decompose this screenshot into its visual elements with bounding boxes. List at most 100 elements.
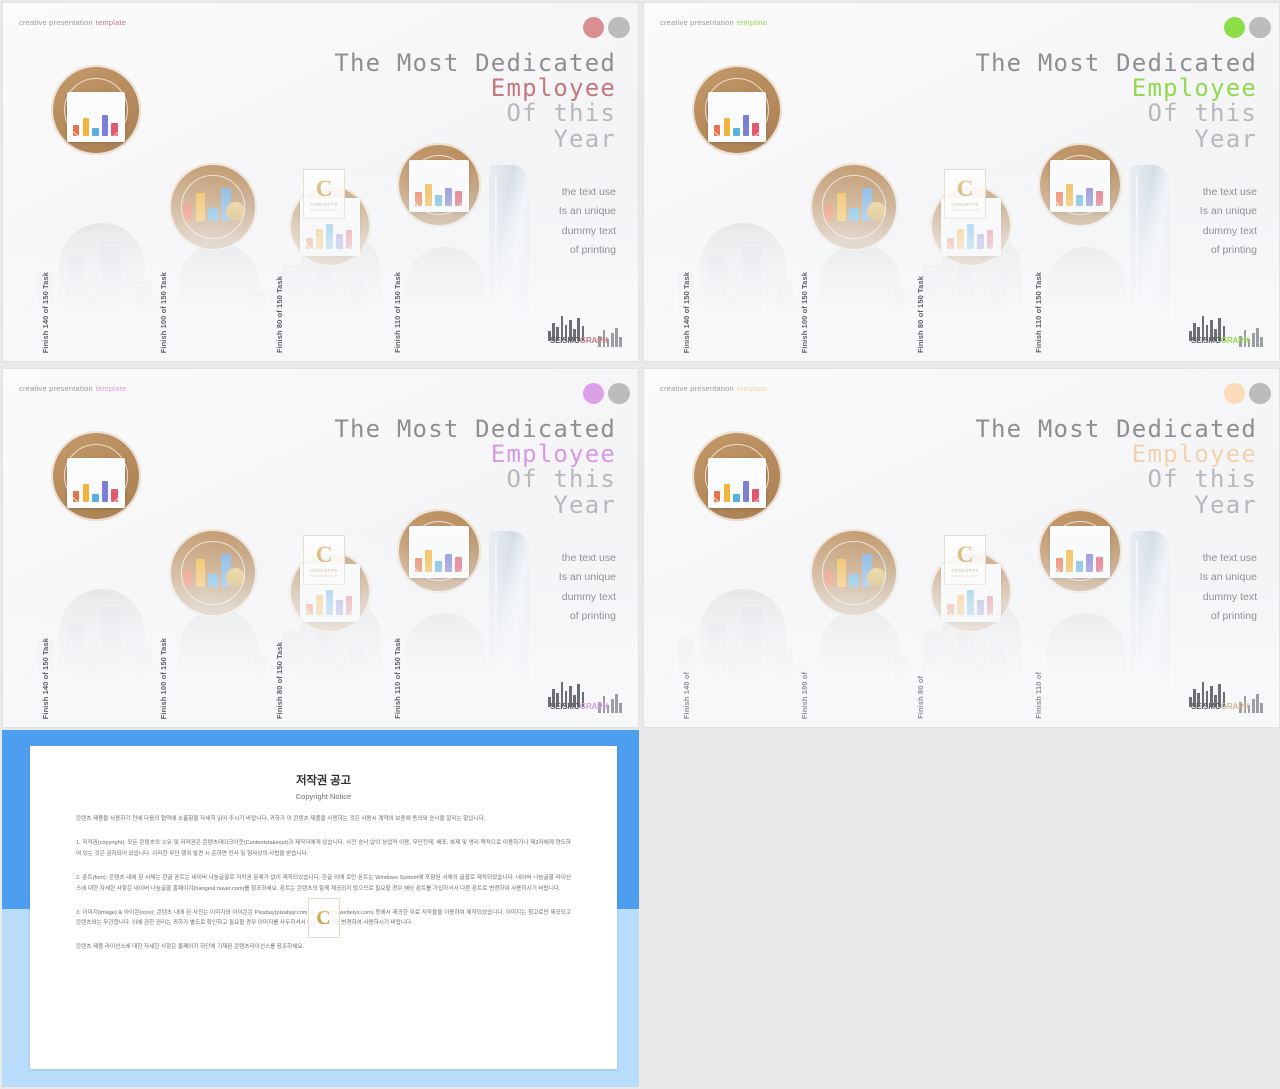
task-label: Finish 80 of 150 Task [916,276,925,353]
task-label: Finish 100 of [800,671,809,719]
accent-dot-icon [1224,17,1245,38]
concepts-sublabel: PRESENTATION [310,573,338,578]
slide-thumbnail-3[interactable]: creative presentation template C CONCEPT… [2,368,639,728]
seismograph-logo: SEISMOGRAPH [548,313,622,347]
mini-bar-chart [72,112,118,137]
concepts-label: CONCEPTS [310,201,338,207]
body-text-block: the text use Is an unique dummy text of … [1200,183,1257,261]
mini-bar-chart [414,547,462,572]
photo-circle-analytics [397,509,481,593]
body-line: dummy text [1202,590,1257,603]
paper-chart-image [67,92,125,143]
mini-bar-chart [824,186,872,222]
body-text-block: the text use Is an unique dummy text of … [559,549,616,627]
skyline-shape [23,597,213,727]
eyebrow-plain: creative presentation [19,384,93,393]
slide-thumbnail-2[interactable]: creative presentation template C CONCEPT… [643,2,1280,362]
mini-bar-chart [713,112,759,137]
task-label: Finish 110 of 150 Task [393,638,402,719]
coin-icon [225,201,245,221]
paper-chart-image [1049,159,1111,212]
concepts-letter: C [315,541,333,567]
seismograph-logo: SEISMOGRAPH [548,679,622,713]
eyebrow-accent: template [736,18,768,27]
task-label: Finish 110 of 150 Task [393,272,402,353]
accent-dot-icon [583,17,604,38]
mini-bar-chart [414,181,462,206]
slide-overview-canvas: creative presentation template C CONCEPT… [0,0,1280,1089]
body-line: the text use [561,552,616,564]
mini-bar-chart [947,221,994,249]
tower-shape [1130,165,1170,335]
eyebrow-plain: creative presentation [660,18,734,27]
logo-word-part2: GRAPH [579,336,608,345]
eyebrow-plain: creative presentation [660,384,734,393]
photo-circle-hand [169,163,257,251]
mini-bar-chart [947,587,994,615]
slide-thumbnail-4[interactable]: creative presentation template C CONCEPT… [643,368,1280,728]
headline-line-2: Employee [490,440,616,469]
photo-circle-hand [810,529,898,617]
photo-circle-hand [169,529,257,617]
logo-wordmark: SEISMOGRAPH [550,702,608,711]
task-label: Finish 110 of 150 Task [1034,272,1043,353]
body-line: Is an unique [1199,571,1257,584]
logo-word-part1: SEISMO [1191,336,1221,345]
logo-wordmark: SEISMOGRAPH [1191,336,1249,345]
photo-circle-documents [51,431,141,521]
headline-line-1: The Most Dedicated [334,415,616,443]
gray-pill-icon [1249,17,1271,38]
copyright-section-2: 2. 폰트(font): 콘텐츠 내에 된 서체는 한글 폰트는 네이버 나눔글… [76,874,571,892]
concepts-badge: C CONCEPTS PRESENTATION [303,169,345,219]
copyright-intro-paragraph: 콘텐츠 제품을 사용하기 전에 다음의 협약에 소홀함을 자세히 읽어 주시기 … [76,816,486,822]
tower-shape [1130,531,1170,701]
headline-line-3: Of this [1147,465,1257,494]
headline-line-2: Employee [490,74,616,103]
photo-circle-analytics [397,143,481,227]
mini-bar-chart [306,587,353,615]
body-line: dummy text [1202,224,1257,237]
copyright-subtitle: Copyright Notice [295,792,352,801]
gray-pill-icon [1249,383,1271,404]
seismograph-logo: SEISMOGRAPH [1189,679,1263,713]
headline-line-4: Year [1194,124,1257,153]
paper-chart-image [408,525,470,578]
copyright-section-1: 1. 저작권(copyright): 모든 콘텐츠의 소유 및 저작권은 콘텐츠… [76,839,571,857]
body-text-block: the text use Is an unique dummy text of … [1200,549,1257,627]
headline-block: The Most Dedicated Employee Of this Year [975,415,1257,518]
concepts-sublabel: PRESENTATION [951,207,979,212]
mini-bar-chart [1055,547,1103,572]
headline-line-1: The Most Dedicated [975,415,1257,443]
eyebrow-accent: template [95,384,127,393]
header-pills [1224,17,1271,38]
task-label: Finish 140 of 150 Task [41,271,50,353]
slide-thumbnail-1[interactable]: creative presentation template C CONCEPT… [2,2,639,362]
body-line: dummy text [561,590,616,603]
copyright-notice-slide[interactable]: 저작권 공고 Copyright Notice 콘텐츠 제품을 사용하기 전에 … [2,730,639,1087]
copyright-footer: 콘텐츠 제품 라이선스에 대한 자세한 사항은 홈페이지 하단에 기재된 콘텐츠… [76,944,305,951]
gray-pill-icon [608,383,630,404]
body-line: Is an unique [558,571,616,584]
coin-icon [866,567,886,587]
concepts-letter: C [956,541,974,567]
headline-line-1: The Most Dedicated [975,49,1257,77]
headline-block: The Most Dedicated Employee Of this Year [334,415,616,518]
mini-bar-chart [183,186,231,222]
body-line: the text use [1202,552,1257,564]
logo-word-part2: GRAPH [1220,336,1249,345]
headline-line-1: The Most Dedicated [334,49,616,77]
accent-dot-icon [1224,383,1245,404]
concepts-letter: C [315,175,333,201]
task-label: Finish 140 of 150 Task [41,637,50,719]
logo-word-part2: GRAPH [1220,702,1249,711]
headline-block: The Most Dedicated Employee Of this Year [975,49,1257,153]
body-line: of printing [1210,244,1257,257]
eyebrow-plain: creative presentation [19,18,93,27]
mini-bar-chart [306,221,353,249]
logo-wordmark: SEISMOGRAPH [550,336,608,345]
task-label: Finish 100 of 150 Task [159,271,168,353]
body-line: the text use [561,186,616,198]
logo-word-part1: SEISMO [1191,702,1221,711]
concepts-letter: C [956,175,974,201]
concepts-badge: C CONCEPTS PRESENTATION [944,535,986,585]
